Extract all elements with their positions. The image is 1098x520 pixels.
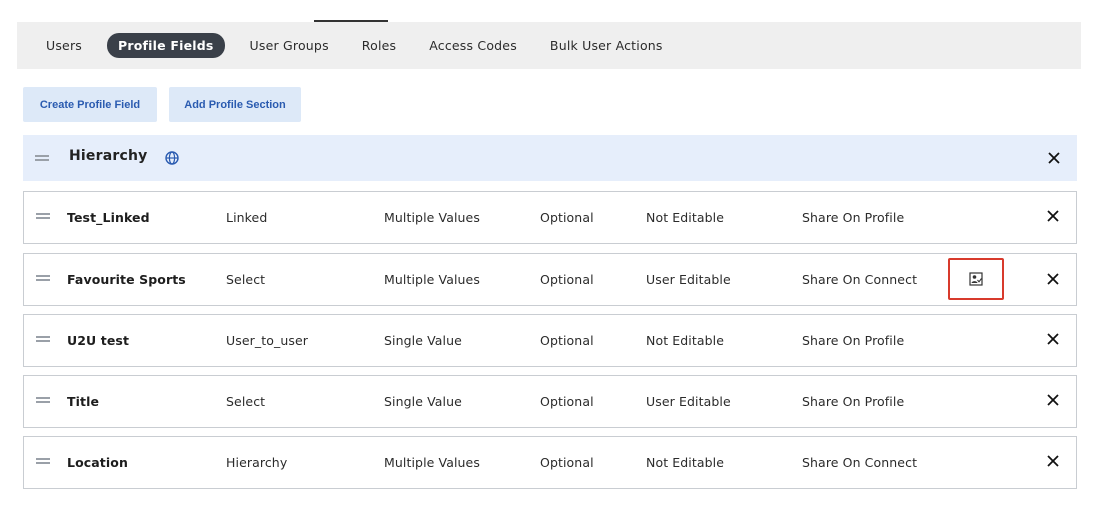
table-row[interactable]: Test_Linked Linked Multiple Values Optio… [23, 191, 1077, 244]
tab-roles[interactable]: Roles [362, 33, 396, 58]
field-required: Optional [540, 333, 594, 348]
delete-field-icon[interactable] [1046, 454, 1060, 468]
field-editable: Not Editable [646, 455, 725, 470]
tab-user-groups[interactable]: User Groups [250, 33, 329, 58]
field-type: User_to_user [226, 333, 309, 348]
table-row[interactable]: Favourite Sports Select Multiple Values … [23, 253, 1077, 306]
field-type: Select [226, 272, 266, 287]
field-share: Share On Profile [802, 210, 905, 225]
field-type: Linked [226, 210, 268, 225]
field-values: Multiple Values [384, 272, 480, 287]
tab-access-codes[interactable]: Access Codes [429, 33, 517, 58]
field-name: Location [67, 455, 128, 470]
add-profile-section-button[interactable]: Add Profile Section [169, 87, 301, 122]
field-required: Optional [540, 210, 594, 225]
drag-handle-icon[interactable] [35, 155, 49, 161]
field-values: Multiple Values [384, 455, 480, 470]
close-section-icon[interactable] [1047, 151, 1061, 165]
profile-section-hierarchy: Hierarchy [23, 135, 1077, 181]
drag-handle-icon[interactable] [36, 275, 50, 281]
field-name: U2U test [67, 333, 130, 348]
field-editable: Not Editable [646, 333, 725, 348]
field-editable: Not Editable [646, 210, 725, 225]
drag-handle-icon[interactable] [36, 458, 50, 464]
field-values: Multiple Values [384, 210, 480, 225]
field-editable: User Editable [646, 272, 731, 287]
field-share: Share On Profile [802, 394, 905, 409]
field-name: Favourite Sports [67, 272, 186, 287]
drag-handle-icon[interactable] [36, 336, 50, 342]
field-required: Optional [540, 272, 594, 287]
field-name: Title [67, 394, 100, 409]
field-share: Share On Profile [802, 333, 905, 348]
drag-handle-icon[interactable] [36, 397, 50, 403]
delete-field-icon[interactable] [1046, 393, 1060, 407]
delete-field-icon[interactable] [1046, 332, 1060, 346]
tab-bulk-user-actions[interactable]: Bulk User Actions [550, 33, 663, 58]
tab-bar: Users Profile Fields User Groups Roles A… [17, 22, 1081, 69]
field-share: Share On Connect [802, 272, 918, 287]
field-required: Optional [540, 455, 594, 470]
table-row[interactable]: U2U test User_to_user Single Value Optio… [23, 314, 1077, 367]
tab-users[interactable]: Users [46, 33, 82, 58]
section-title: Hierarchy [69, 148, 148, 164]
highlighted-icon-box[interactable] [948, 258, 1004, 300]
table-row[interactable]: Title Select Single Value Optional User … [23, 375, 1077, 428]
field-type: Hierarchy [226, 455, 288, 470]
field-name: Test_Linked [67, 210, 150, 225]
field-type: Select [226, 394, 266, 409]
delete-field-icon[interactable] [1046, 272, 1060, 286]
table-row[interactable]: Location Hierarchy Multiple Values Optio… [23, 436, 1077, 489]
tab-profile-fields[interactable]: Profile Fields [107, 33, 225, 58]
field-values: Single Value [384, 333, 462, 348]
delete-field-icon[interactable] [1046, 209, 1060, 223]
profile-share-icon[interactable] [969, 272, 983, 286]
field-values: Single Value [384, 394, 462, 409]
field-required: Optional [540, 394, 594, 409]
drag-handle-icon[interactable] [36, 213, 50, 219]
field-editable: User Editable [646, 394, 731, 409]
field-share: Share On Connect [802, 455, 918, 470]
globe-icon [165, 151, 179, 165]
create-profile-field-button[interactable]: Create Profile Field [23, 87, 157, 122]
